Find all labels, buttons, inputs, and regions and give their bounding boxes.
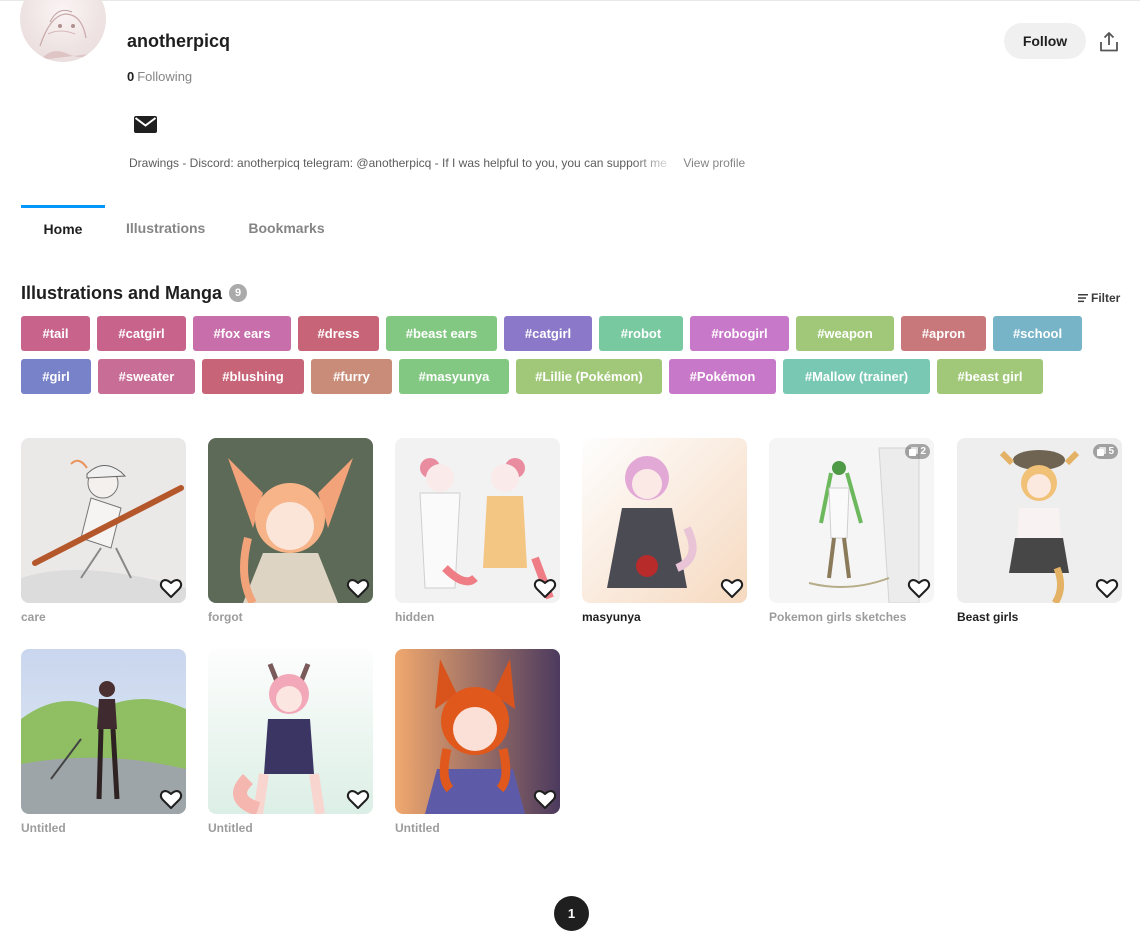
tag-chip[interactable]: #sweater: [98, 359, 195, 394]
following-number: 0: [127, 69, 135, 84]
heart-icon[interactable]: [720, 576, 744, 600]
tag-chip[interactable]: #dress: [298, 316, 379, 351]
work-title[interactable]: Pokemon girls sketches: [769, 610, 934, 624]
mail-icon[interactable]: [134, 116, 157, 133]
view-profile-link[interactable]: View profile: [683, 156, 745, 170]
filter-label: Filter: [1091, 291, 1121, 305]
tag-chip[interactable]: #blushing: [202, 359, 304, 394]
heart-icon[interactable]: [159, 576, 183, 600]
work-title[interactable]: forgot: [208, 610, 373, 624]
follow-button[interactable]: Follow: [1004, 23, 1086, 59]
heart-icon[interactable]: [159, 787, 183, 811]
work-title[interactable]: Beast girls: [957, 610, 1122, 624]
tag-chip[interactable]: #school: [993, 316, 1082, 351]
heart-icon[interactable]: [533, 576, 557, 600]
page-count: 5: [1108, 446, 1114, 457]
tag-chip[interactable]: #fox ears: [193, 316, 291, 351]
heart-icon[interactable]: [907, 576, 931, 600]
heart-icon[interactable]: [1095, 576, 1119, 600]
work-card[interactable]: 2 Pokemon girls sketches: [769, 438, 934, 624]
pages-icon: [909, 447, 919, 456]
work-card[interactable]: Untitled: [208, 649, 373, 835]
avatar[interactable]: [20, 0, 106, 62]
following-count[interactable]: 0 Following: [127, 69, 192, 84]
work-count-badge: 9: [229, 284, 247, 302]
tag-chip[interactable]: #Mallow (trainer): [783, 359, 930, 394]
work-card[interactable]: 5 Beast girls: [957, 438, 1122, 624]
work-thumbnail[interactable]: 2: [769, 438, 934, 603]
tag-chip[interactable]: #robot: [599, 316, 683, 351]
tag-chip[interactable]: #apron: [901, 316, 986, 351]
work-thumbnail[interactable]: [395, 649, 560, 814]
tag-chip[interactable]: #Lillie (Pokémon): [516, 359, 662, 394]
work-title[interactable]: Untitled: [395, 821, 560, 835]
work-thumbnail[interactable]: [395, 438, 560, 603]
tag-chip[interactable]: #tail: [21, 316, 90, 351]
tag-chip[interactable]: #beast girl: [937, 359, 1043, 394]
tab-illustrations[interactable]: Illustrations: [126, 205, 205, 245]
bio-row: Drawings - Discord: anotherpicq telegram…: [129, 156, 745, 170]
tag-chip[interactable]: #catgirl: [97, 316, 186, 351]
work-thumbnail[interactable]: [21, 438, 186, 603]
heart-icon[interactable]: [533, 787, 557, 811]
tab-bookmarks[interactable]: Bookmarks: [248, 205, 324, 245]
share-icon[interactable]: [1098, 31, 1120, 53]
work-card[interactable]: care: [21, 438, 186, 624]
page-count-badge: 2: [905, 444, 930, 459]
work-thumbnail[interactable]: [208, 649, 373, 814]
work-card[interactable]: masyunya: [582, 438, 747, 624]
tag-chip[interactable]: #catgirl: [504, 316, 592, 351]
work-thumbnail[interactable]: 5: [957, 438, 1122, 603]
following-label: Following: [137, 69, 193, 84]
section-title: Illustrations and Manga: [21, 283, 223, 303]
work-thumbnail[interactable]: [21, 649, 186, 814]
work-thumbnail[interactable]: [582, 438, 747, 603]
heart-icon[interactable]: [346, 787, 370, 811]
work-title[interactable]: care: [21, 610, 186, 624]
work-thumbnail[interactable]: [208, 438, 373, 603]
work-card[interactable]: Untitled: [21, 649, 186, 835]
tab-home[interactable]: Home: [21, 205, 105, 245]
pages-icon: [1097, 447, 1107, 456]
work-title[interactable]: Untitled: [208, 821, 373, 835]
avatar-sketch: [39, 9, 90, 60]
work-card[interactable]: forgot: [208, 438, 373, 624]
profile-tabs: Home Illustrations Bookmarks: [21, 205, 325, 245]
work-title[interactable]: Untitled: [21, 821, 186, 835]
work-title[interactable]: hidden: [395, 610, 560, 624]
tag-chip[interactable]: #furry: [311, 359, 392, 394]
work-card[interactable]: hidden: [395, 438, 560, 624]
top-divider: [0, 0, 1140, 1]
filter-icon: [1078, 294, 1088, 303]
tag-chip[interactable]: #girl: [21, 359, 91, 394]
username[interactable]: anotherpicq: [127, 31, 230, 52]
page-count-badge: 5: [1093, 444, 1118, 459]
tag-chip[interactable]: #masyunya: [399, 359, 509, 394]
filter-button[interactable]: Filter: [1078, 291, 1120, 305]
tag-chip[interactable]: #weapon: [796, 316, 894, 351]
bio-text: Drawings - Discord: anotherpicq telegram…: [129, 156, 667, 170]
pagination-current-page[interactable]: 1: [554, 896, 589, 931]
work-card[interactable]: Untitled: [395, 649, 560, 835]
heart-icon[interactable]: [346, 576, 370, 600]
page-count: 2: [920, 446, 926, 457]
tag-chip[interactable]: #beast ears: [386, 316, 497, 351]
tag-chip[interactable]: #Pokémon: [669, 359, 776, 394]
work-title[interactable]: masyunya: [582, 610, 747, 624]
tag-chip[interactable]: #robogirl: [690, 316, 789, 351]
